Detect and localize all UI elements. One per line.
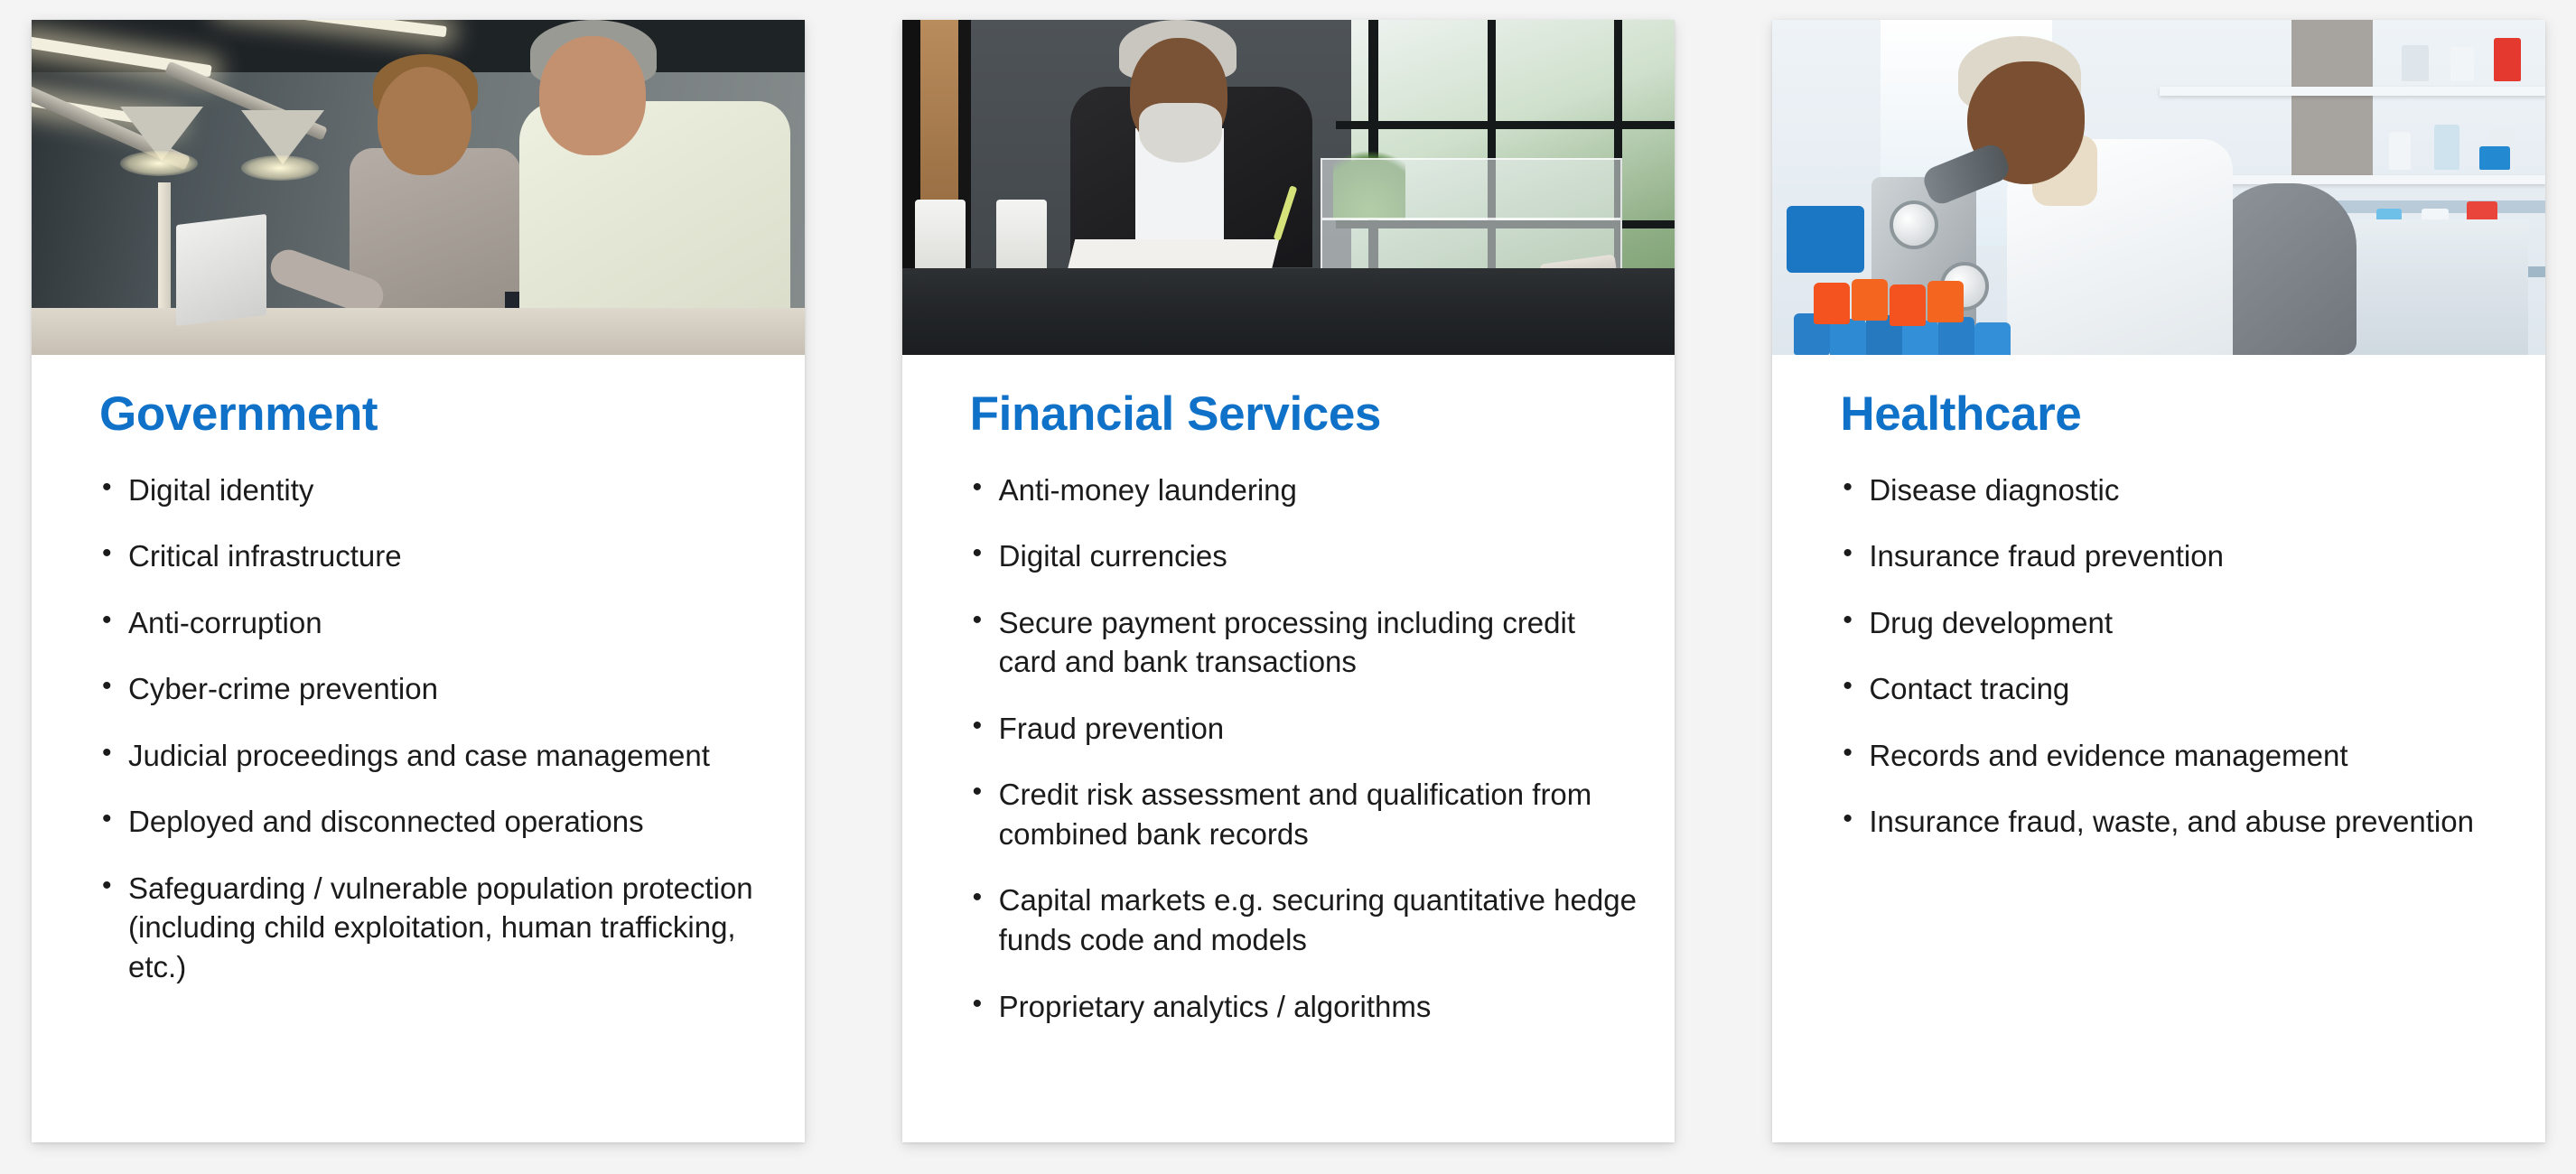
list-item: Digital currencies [970,536,1638,576]
list-item: Cyber-crime prevention [99,668,767,709]
industry-card-government[interactable]: Government Digital identity Critical inf… [32,20,805,1142]
government-photo [32,20,805,355]
list-item: Anti-corruption [99,602,767,643]
government-bullet-list: Digital identity Critical infrastructure… [99,470,767,987]
list-item: Records and evidence management [1840,735,2507,776]
slide-canvas: Government Digital identity Critical inf… [0,0,2576,1174]
healthcare-card-body: Healthcare Disease diagnostic Insurance … [1772,355,2545,869]
list-item: Disease diagnostic [1840,470,2507,510]
list-item: Insurance fraud, waste, and abuse preven… [1840,801,2507,842]
list-item: Drug development [1840,602,2507,643]
list-item: Fraud prevention [970,708,1638,749]
healthcare-bullet-list: Disease diagnostic Insurance fraud preve… [1840,470,2507,842]
financial-services-card-body: Financial Services Anti-money laundering… [902,355,1675,1053]
list-item: Deployed and disconnected operations [99,801,767,842]
list-item: Digital identity [99,470,767,510]
financial-services-bullet-list: Anti-money laundering Digital currencies… [970,470,1638,1027]
card-title-government: Government [99,387,378,441]
list-item: Contact tracing [1840,668,2507,709]
list-item: Capital markets e.g. securing quantitati… [970,880,1638,959]
list-item: Anti-money laundering [970,470,1638,510]
industry-card-healthcare[interactable]: Healthcare Disease diagnostic Insurance … [1772,20,2546,1142]
healthcare-photo [1772,20,2546,355]
list-item: Judicial proceedings and case management [99,735,767,776]
list-item: Secure payment processing including cred… [970,602,1638,682]
financial-services-photo [901,20,1675,355]
list-item: Insurance fraud prevention [1840,536,2507,576]
industry-card-financial-services[interactable]: Financial Services Anti-money laundering… [901,20,1675,1142]
list-item: Critical infrastructure [99,536,767,576]
list-item: Safeguarding / vulnerable population pro… [99,868,767,987]
card-title-financial-services: Financial Services [969,387,1382,441]
card-title-healthcare: Healthcare [1840,387,2082,441]
government-card-body: Government Digital identity Critical inf… [32,355,805,1014]
list-item: Credit risk assessment and qualification… [970,774,1638,853]
list-item: Proprietary analytics / algorithms [970,986,1638,1027]
industry-card-grid: Government Digital identity Critical inf… [32,20,2546,1142]
